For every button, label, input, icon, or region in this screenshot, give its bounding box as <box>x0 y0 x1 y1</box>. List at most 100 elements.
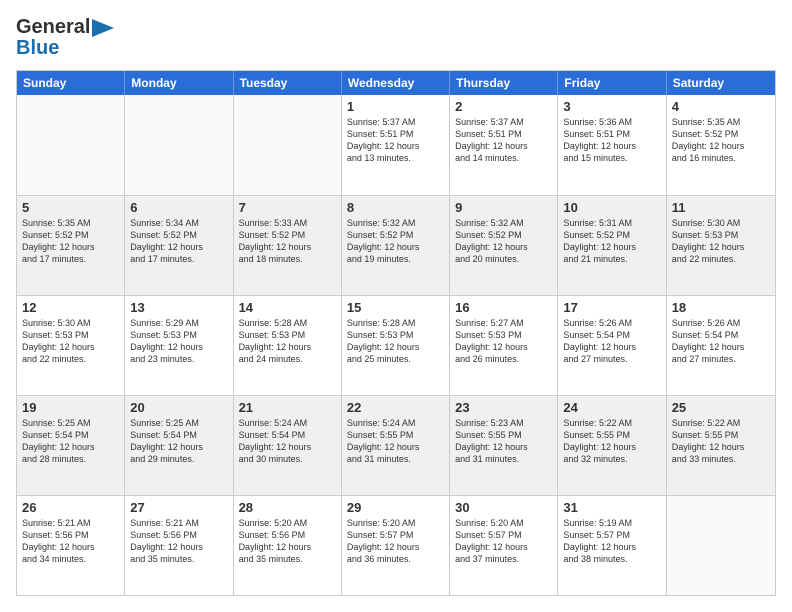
header-day-saturday: Saturday <box>667 71 775 95</box>
day-number: 22 <box>347 400 444 415</box>
day-info: Sunrise: 5:29 AMSunset: 5:53 PMDaylight:… <box>130 317 227 366</box>
day-number: 18 <box>672 300 770 315</box>
page: General Blue SundayMondayTuesdayWednesda… <box>0 0 792 612</box>
calendar-cell-14: 14Sunrise: 5:28 AMSunset: 5:53 PMDayligh… <box>234 296 342 395</box>
day-number: 28 <box>239 500 336 515</box>
day-info: Sunrise: 5:20 AMSunset: 5:57 PMDaylight:… <box>455 517 552 566</box>
day-number: 26 <box>22 500 119 515</box>
calendar-cell-5: 5 Sunrise: 5:35 AMSunset: 5:52 PMDaylight… <box>17 196 125 295</box>
calendar-row-5: 26 Sunrise: 5:21 AMSunset: 5:56 PMDayligh… <box>17 495 775 595</box>
day-number: 13 <box>130 300 227 315</box>
calendar-cell-17: 17Sunrise: 5:26 AMSunset: 5:54 PMDayligh… <box>558 296 666 395</box>
calendar-cell-21: 21Sunrise: 5:24 AMSunset: 5:54 PMDayligh… <box>234 396 342 495</box>
day-info: Sunrise: 5:31 AMSunset: 5:52 PMDaylight:… <box>563 217 660 266</box>
day-info: Sunrise: 5:33 AMSunset: 5:52 PMDaylight:… <box>239 217 336 266</box>
day-number: 30 <box>455 500 552 515</box>
day-number: 24 <box>563 400 660 415</box>
day-info: Sunrise: 5:30 AMSunset: 5:53 PMDaylight:… <box>672 217 770 266</box>
header-day-sunday: Sunday <box>17 71 125 95</box>
calendar-cell-22: 22 Sunrise: 5:24 AMSunset: 5:55 PMDayligh… <box>342 396 450 495</box>
day-number: 7 <box>239 200 336 215</box>
day-number: 29 <box>347 500 444 515</box>
calendar-cell-4: 4Sunrise: 5:35 AMSunset: 5:52 PMDaylight… <box>667 95 775 195</box>
day-info: Sunrise: 5:24 AMSunset: 5:55 PMDaylight:… <box>347 417 444 466</box>
day-info: Sunrise: 5:32 AMSunset: 5:52 PMDaylight:… <box>347 217 444 266</box>
header-day-wednesday: Wednesday <box>342 71 450 95</box>
day-number: 9 <box>455 200 552 215</box>
day-info: Sunrise: 5:32 AMSunset: 5:52 PMDaylight:… <box>455 217 552 266</box>
calendar-cell-12: 12 Sunrise: 5:30 AMSunset: 5:53 PMDayligh… <box>17 296 125 395</box>
calendar-cell-8: 8Sunrise: 5:32 AMSunset: 5:52 PMDaylight… <box>342 196 450 295</box>
day-number: 19 <box>22 400 119 415</box>
day-info: Sunrise: 5:36 AMSunset: 5:51 PMDaylight:… <box>563 116 660 165</box>
calendar-cell-16: 16 Sunrise: 5:27 AMSunset: 5:53 PMDayligh… <box>450 296 558 395</box>
day-info: Sunrise: 5:28 AMSunset: 5:53 PMDaylight:… <box>347 317 444 366</box>
day-number: 17 <box>563 300 660 315</box>
calendar-cell-24: 24Sunrise: 5:22 AMSunset: 5:55 PMDayligh… <box>558 396 666 495</box>
calendar-cell-26: 26Sunrise: 5:21 AMSunset: 5:56 PMDayligh… <box>17 496 125 595</box>
calendar-cell-30: 30 Sunrise: 5:20 AMSunset: 5:57 PMDayligh… <box>450 496 558 595</box>
calendar-cell-28: 28 Sunrise: 5:20 AMSunset: 5:56 PMDayligh… <box>234 496 342 595</box>
header-day-monday: Monday <box>125 71 233 95</box>
day-number: 12 <box>22 300 119 315</box>
day-info: Sunrise: 5:34 AMSunset: 5:52 PMDaylight:… <box>130 217 227 266</box>
day-info: Sunrise: 5:24 AMSunset: 5:54 PMDaylight:… <box>239 417 336 466</box>
calendar-body: 1 Sunrise: 5:37 AMSunset: 5:51 PMDaylight… <box>17 95 775 595</box>
calendar-cell-20: 20 Sunrise: 5:25 AMSunset: 5:54 PMDayligh… <box>125 396 233 495</box>
calendar-cell-9: 9 Sunrise: 5:32 AMSunset: 5:52 PMDaylight… <box>450 196 558 295</box>
header-day-tuesday: Tuesday <box>234 71 342 95</box>
day-info: Sunrise: 5:25 AMSunset: 5:54 PMDaylight:… <box>22 417 119 466</box>
calendar-cell-empty-0-1 <box>125 95 233 195</box>
calendar-row-2: 5 Sunrise: 5:35 AMSunset: 5:52 PMDaylight… <box>17 195 775 295</box>
calendar-header: SundayMondayTuesdayWednesdayThursdayFrid… <box>17 71 775 95</box>
calendar-cell-31: 31Sunrise: 5:19 AMSunset: 5:57 PMDayligh… <box>558 496 666 595</box>
calendar-cell-7: 7 Sunrise: 5:33 AMSunset: 5:52 PMDaylight… <box>234 196 342 295</box>
day-number: 27 <box>130 500 227 515</box>
day-info: Sunrise: 5:25 AMSunset: 5:54 PMDaylight:… <box>130 417 227 466</box>
day-number: 10 <box>563 200 660 215</box>
logo-gen: General <box>16 16 90 39</box>
day-number: 25 <box>672 400 770 415</box>
day-info: Sunrise: 5:30 AMSunset: 5:53 PMDaylight:… <box>22 317 119 366</box>
calendar-cell-empty-0-0 <box>17 95 125 195</box>
day-number: 2 <box>455 99 552 114</box>
day-number: 20 <box>130 400 227 415</box>
header-day-thursday: Thursday <box>450 71 558 95</box>
day-number: 1 <box>347 99 444 114</box>
day-number: 11 <box>672 200 770 215</box>
calendar-cell-10: 10 Sunrise: 5:31 AMSunset: 5:52 PMDayligh… <box>558 196 666 295</box>
day-number: 23 <box>455 400 552 415</box>
logo-wordmark: General Blue <box>16 16 114 60</box>
calendar-cell-25: 25 Sunrise: 5:22 AMSunset: 5:55 PMDayligh… <box>667 396 775 495</box>
day-info: Sunrise: 5:19 AMSunset: 5:57 PMDaylight:… <box>563 517 660 566</box>
calendar-cell-29: 29 Sunrise: 5:20 AMSunset: 5:57 PMDayligh… <box>342 496 450 595</box>
day-number: 5 <box>22 200 119 215</box>
day-number: 16 <box>455 300 552 315</box>
calendar-cell-13: 13 Sunrise: 5:29 AMSunset: 5:53 PMDayligh… <box>125 296 233 395</box>
calendar-cell-23: 23 Sunrise: 5:23 AMSunset: 5:55 PMDayligh… <box>450 396 558 495</box>
logo: General Blue <box>16 16 114 60</box>
day-number: 14 <box>239 300 336 315</box>
day-info: Sunrise: 5:35 AMSunset: 5:52 PMDaylight:… <box>22 217 119 266</box>
calendar-cell-1: 1Sunrise: 5:37 AMSunset: 5:51 PMDaylight… <box>342 95 450 195</box>
calendar-cell-3: 3 Sunrise: 5:36 AMSunset: 5:51 PMDaylight… <box>558 95 666 195</box>
calendar-cell-2: 2 Sunrise: 5:37 AMSunset: 5:51 PMDaylight… <box>450 95 558 195</box>
day-info: Sunrise: 5:23 AMSunset: 5:55 PMDaylight:… <box>455 417 552 466</box>
calendar-cell-empty-0-2 <box>234 95 342 195</box>
calendar-cell-empty-4-6 <box>667 496 775 595</box>
day-info: Sunrise: 5:27 AMSunset: 5:53 PMDaylight:… <box>455 317 552 366</box>
day-info: Sunrise: 5:22 AMSunset: 5:55 PMDaylight:… <box>672 417 770 466</box>
logo-chevron-icon <box>92 19 114 37</box>
calendar-row-1: 1 Sunrise: 5:37 AMSunset: 5:51 PMDaylight… <box>17 95 775 195</box>
calendar-row-4: 19 Sunrise: 5:25 AMSunset: 5:54 PMDayligh… <box>17 395 775 495</box>
day-info: Sunrise: 5:21 AMSunset: 5:56 PMDaylight:… <box>130 517 227 566</box>
day-info: Sunrise: 5:20 AMSunset: 5:57 PMDaylight:… <box>347 517 444 566</box>
calendar-cell-6: 6Sunrise: 5:34 AMSunset: 5:52 PMDaylight… <box>125 196 233 295</box>
day-number: 3 <box>563 99 660 114</box>
logo-combined: General Blue <box>16 16 114 60</box>
day-info: Sunrise: 5:37 AMSunset: 5:51 PMDaylight:… <box>455 116 552 165</box>
day-number: 4 <box>672 99 770 114</box>
day-number: 15 <box>347 300 444 315</box>
calendar: SundayMondayTuesdayWednesdayThursdayFrid… <box>16 70 776 596</box>
day-info: Sunrise: 5:20 AMSunset: 5:56 PMDaylight:… <box>239 517 336 566</box>
